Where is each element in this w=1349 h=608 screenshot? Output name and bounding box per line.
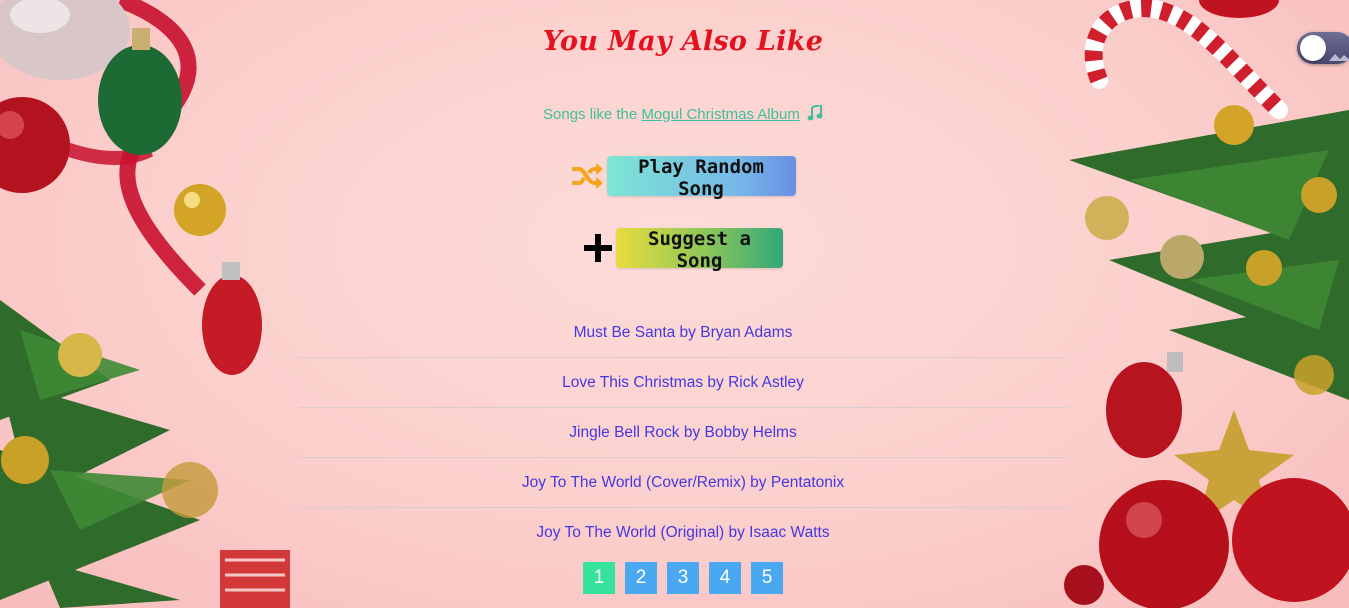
suggest-song-button[interactable]: Suggest a Song bbox=[616, 228, 783, 272]
suggest-song-row: Suggest a Song bbox=[299, 228, 1067, 272]
theme-toggle[interactable] bbox=[1297, 32, 1349, 64]
page-button-2[interactable]: 2 bbox=[625, 562, 657, 594]
song-link[interactable]: Joy To The World (Cover/Remix) by Pentat… bbox=[522, 474, 844, 492]
list-item: Jingle Bell Rock by Bobby Helms bbox=[299, 408, 1067, 458]
page-button-4[interactable]: 4 bbox=[709, 562, 741, 594]
plus-icon[interactable] bbox=[583, 233, 613, 263]
pagination: 1 2 3 4 5 bbox=[299, 562, 1067, 594]
main-content: You May Also Like Songs like the Mogul C… bbox=[299, 0, 1067, 608]
list-item: Joy To The World (Cover/Remix) by Pentat… bbox=[299, 458, 1067, 508]
song-link[interactable]: Must Be Santa by Bryan Adams bbox=[574, 324, 793, 342]
album-link[interactable]: Mogul Christmas Album bbox=[641, 106, 799, 123]
song-list: Must Be Santa by Bryan Adams Love This C… bbox=[299, 308, 1067, 557]
random-song-row: Play Random Song bbox=[299, 156, 1067, 200]
song-link[interactable]: Jingle Bell Rock by Bobby Helms bbox=[569, 424, 796, 442]
landscape-icon bbox=[1329, 54, 1349, 61]
list-item: Must Be Santa by Bryan Adams bbox=[299, 308, 1067, 358]
christmas-decoration-right bbox=[1064, 0, 1349, 608]
song-link[interactable]: Joy To The World (Original) by Isaac Wat… bbox=[536, 524, 829, 542]
play-random-song-button[interactable]: Play Random Song bbox=[606, 156, 796, 200]
subtitle: Songs like the Mogul Christmas Album bbox=[299, 105, 1067, 123]
page-button-5[interactable]: 5 bbox=[751, 562, 783, 594]
song-link[interactable]: Love This Christmas by Rick Astley bbox=[562, 374, 804, 392]
page-title: You May Also Like bbox=[542, 26, 824, 57]
list-item: Joy To The World (Original) by Isaac Wat… bbox=[299, 508, 1067, 557]
list-item: Love This Christmas by Rick Astley bbox=[299, 358, 1067, 408]
music-note-icon bbox=[807, 105, 823, 121]
shuffle-icon[interactable] bbox=[571, 163, 603, 189]
subtitle-prefix: Songs like the bbox=[543, 106, 642, 123]
christmas-decoration-left bbox=[0, 0, 290, 608]
toggle-knob bbox=[1300, 35, 1326, 61]
page-button-3[interactable]: 3 bbox=[667, 562, 699, 594]
page-button-1[interactable]: 1 bbox=[583, 562, 615, 594]
